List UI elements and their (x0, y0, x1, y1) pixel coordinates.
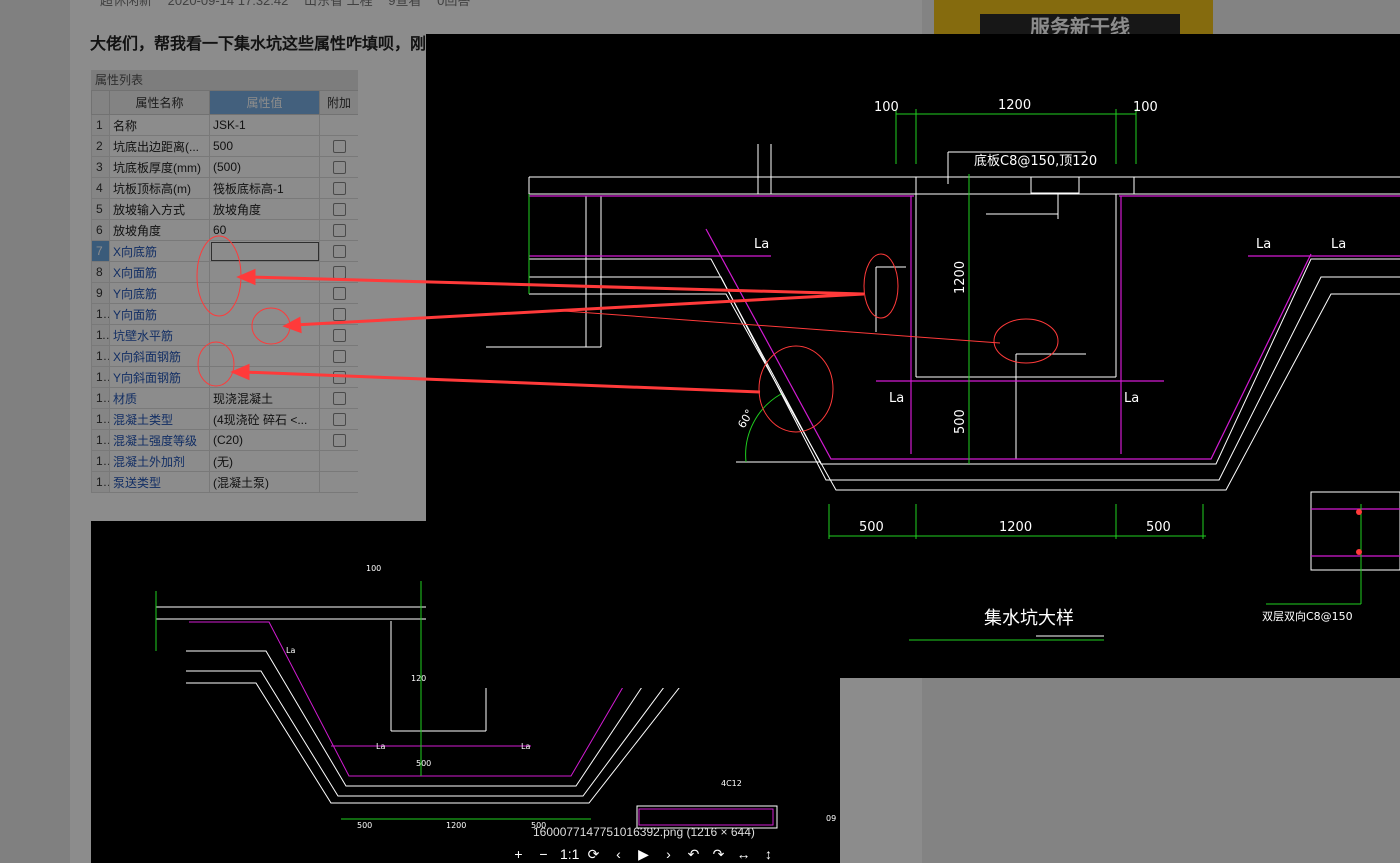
prev-button[interactable]: ‹ (610, 846, 627, 863)
flip-vertical-button[interactable]: ↕ (760, 846, 777, 863)
zoom-in-button[interactable]: + (510, 846, 527, 863)
rotate-left-button[interactable]: ↶ (685, 846, 702, 863)
actual-size-button[interactable]: 1:1 (560, 846, 579, 863)
flip-horizontal-button[interactable]: ↔ (735, 846, 752, 863)
zoom-out-button[interactable]: − (535, 846, 552, 863)
reset-button[interactable]: ⟳ (585, 846, 602, 863)
play-button[interactable]: ▶ (635, 846, 652, 863)
rotate-right-button[interactable]: ↷ (710, 846, 727, 863)
image-caption: 1600077147751016392.png (1216 × 644) (533, 825, 755, 839)
annotation-layer (196, 235, 1001, 394)
image-viewer-toolbar: + − 1:1 ⟳ ‹ ▶ › ↶ ↷ ↔ ↕ (510, 846, 777, 863)
next-button[interactable]: › (660, 846, 677, 863)
